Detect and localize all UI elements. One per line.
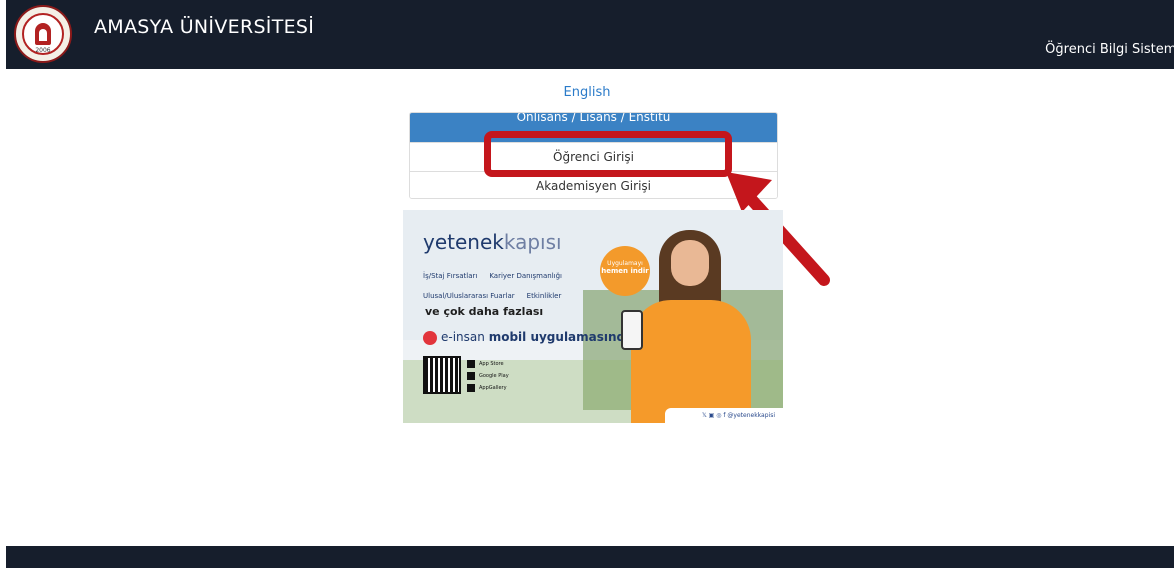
top-navbar: 2006 AMASYA ÜNİVERSİTESİ Öğrenci Bilgi S…: [6, 0, 1174, 69]
logo-year: 2006: [35, 47, 51, 54]
social-handle: 𝕏 ▣ ◎ f @yetenekkapisi: [665, 408, 783, 423]
store-label: Google Play: [479, 373, 509, 379]
banner-bullet: Ulusal/Uluslararası Fuarlar: [423, 292, 515, 300]
banner-logo: yetenekkapısı: [423, 230, 562, 254]
brand-title[interactable]: AMASYA ÜNİVERSİTESİ: [94, 16, 314, 38]
store-label: App Store: [479, 361, 504, 367]
system-title-link[interactable]: Öğrenci Bilgi Sistemi: [1045, 42, 1174, 57]
highlight-annotation: [484, 131, 732, 177]
page: 2006 AMASYA ÜNİVERSİTESİ Öğrenci Bilgi S…: [0, 0, 1174, 568]
phone-icon: [621, 310, 643, 350]
promo-banner[interactable]: yetenekkapısı İş/Staj Fırsatları Kariyer …: [403, 210, 783, 423]
banner-logo-bold: yetenek: [423, 230, 504, 254]
banner-bullets: İş/Staj Fırsatları Kariyer Danışmanlığı U…: [423, 266, 574, 306]
store-label: AppGallery: [479, 385, 507, 391]
insan-brand: e-insan: [441, 330, 485, 344]
store-list: App Store Google Play AppGallery: [467, 358, 509, 394]
app-gallery-icon: [467, 383, 475, 392]
footer-bar: [6, 546, 1174, 568]
banner-bullet: Etkinlikler: [526, 292, 562, 300]
banner-insan: e-insan mobil uygulamasında: [423, 330, 633, 345]
banner-logo-light: kapısı: [503, 230, 562, 254]
logo-emblem: 2006: [22, 13, 64, 55]
university-logo[interactable]: 2006: [14, 5, 72, 63]
social-handle-text: @yetenekkapisi: [727, 412, 775, 419]
banner-more-text: ve çok daha fazlası: [425, 305, 544, 318]
qr-code-icon: [423, 356, 461, 394]
social-icons: 𝕏 ▣ ◎ f: [701, 412, 728, 419]
person-face: [671, 240, 709, 286]
app-store-icon: [467, 359, 475, 368]
person-body: [631, 300, 751, 423]
banner-bullet: Kariyer Danışmanlığı: [489, 272, 562, 280]
banner-bullet: İş/Staj Fırsatları: [423, 272, 478, 280]
english-link[interactable]: English: [564, 85, 611, 100]
google-play-icon: [467, 371, 475, 380]
banner-person-illustration: [621, 230, 751, 423]
language-link: English: [0, 85, 1174, 100]
e-insan-logo-icon: [423, 330, 437, 345]
logo-arch-icon: [35, 23, 51, 45]
insan-text: mobil uygulamasında: [488, 330, 634, 344]
panel-header-text: Önlisans / Lisans / Enstitü: [516, 113, 671, 124]
